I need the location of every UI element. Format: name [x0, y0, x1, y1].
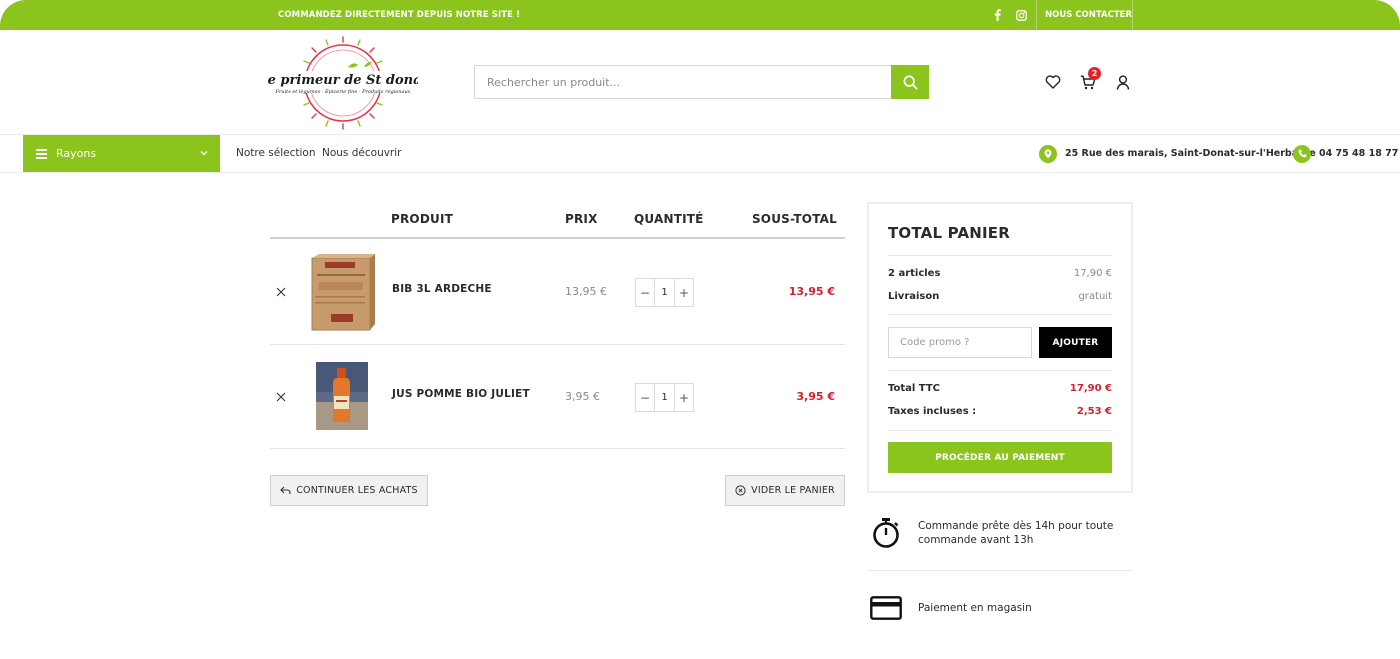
empty-cart-button[interactable]: VIDER LE PANIER	[725, 475, 845, 506]
logo-title: Le primeur de St donat	[268, 73, 418, 88]
stopwatch-icon	[870, 516, 902, 550]
table-header-divider	[270, 237, 845, 239]
quantity-increase-button[interactable]: +	[675, 384, 693, 411]
continue-shopping-label: CONTINUER LES ACHATS	[296, 485, 418, 496]
search-icon	[903, 75, 918, 90]
map-pin-icon	[1039, 144, 1057, 163]
feature-payment-text: Paiement en magasin	[918, 602, 1032, 614]
quantity-decrease-button[interactable]: −	[636, 384, 654, 411]
top-bar-divider	[1036, 0, 1037, 30]
features-divider	[867, 570, 1133, 571]
nav-link-decouvrir[interactable]: Nous découvrir	[322, 135, 401, 172]
total-ttc-row: Total TTC 17,90 €	[888, 383, 1112, 394]
facebook-icon[interactable]	[986, 0, 1008, 30]
shipping-value: gratuit	[1078, 291, 1112, 302]
total-ttc-value: 17,90 €	[1069, 383, 1112, 394]
phone-text: 04 75 48 18 77	[1319, 148, 1399, 159]
checkout-button[interactable]: PROCÉDER AU PAIEMENT	[888, 442, 1112, 473]
quantity-stepper: − 1 +	[635, 278, 694, 307]
product-thumbnail[interactable]	[307, 252, 377, 336]
circle-x-icon	[735, 485, 746, 496]
col-header-subtotal: SOUS-TOTAL	[751, 212, 837, 226]
totals-divider	[888, 255, 1112, 256]
cart-count-badge: 2	[1088, 67, 1101, 80]
cart-totals-panel: TOTAL PANIER 2 articles 17,90 € Livraiso…	[867, 202, 1133, 493]
search-button[interactable]	[891, 65, 929, 99]
totals-divider	[888, 430, 1112, 431]
col-header-price: PRIX	[565, 212, 598, 226]
nav-bottom-border	[0, 172, 1400, 173]
nav-link-selection[interactable]: Notre sélection	[236, 135, 315, 172]
taxes-row: Taxes incluses : 2,53 €	[888, 406, 1112, 417]
continue-shopping-button[interactable]: CONTINUER LES ACHATS	[270, 475, 428, 506]
wishlist-heart-icon[interactable]	[1043, 72, 1063, 92]
product-name[interactable]: BIB 3L ARDECHE	[392, 283, 492, 295]
product-thumbnail[interactable]	[316, 362, 368, 434]
shipping-label: Livraison	[888, 291, 940, 302]
product-subtotal: 13,95 €	[788, 285, 835, 298]
page: COMMANDEZ DIRECTEMENT DEPUIS NOTRE SITE …	[0, 0, 1400, 659]
col-header-product: PRODUIT	[391, 212, 453, 226]
address-text: 25 Rue des marais, Saint-Donat-sur-l'Her…	[1065, 148, 1316, 159]
col-header-quantity: QUANTITÉ	[634, 212, 704, 226]
quantity-stepper: − 1 +	[635, 383, 694, 412]
search-bar	[474, 65, 929, 99]
total-ttc-label: Total TTC	[888, 383, 941, 394]
quantity-value[interactable]: 1	[654, 279, 675, 306]
account-user-icon[interactable]	[1113, 72, 1133, 92]
menu-hamburger-icon	[36, 149, 47, 161]
top-bar: COMMANDEZ DIRECTEMENT DEPUIS NOTRE SITE …	[0, 0, 1400, 30]
totals-divider	[888, 314, 1112, 315]
totals-title: TOTAL PANIER	[888, 224, 1010, 242]
rayons-label: Rayons	[56, 147, 97, 160]
store-address: 25 Rue des marais, Saint-Donat-sur-l'Her…	[1039, 135, 1316, 172]
feature-ready-line1: Commande prête dès 14h pour toute	[918, 520, 1114, 532]
quantity-value[interactable]: 1	[654, 384, 675, 411]
quantity-decrease-button[interactable]: −	[636, 279, 654, 306]
top-bar-divider	[1132, 0, 1133, 30]
shipping-row: Livraison gratuit	[888, 291, 1112, 302]
product-price: 3,95 €	[565, 390, 600, 403]
row-divider	[270, 344, 845, 345]
articles-label: 2 articles	[888, 268, 941, 279]
totals-divider	[888, 370, 1112, 371]
instagram-icon[interactable]	[1010, 0, 1032, 30]
remove-item-button[interactable]	[274, 390, 288, 404]
top-bar-promo: COMMANDEZ DIRECTEMENT DEPUIS NOTRE SITE …	[278, 10, 521, 20]
taxes-value: 2,53 €	[1076, 406, 1112, 417]
product-subtotal: 3,95 €	[796, 390, 835, 403]
rayons-menu-button[interactable]: Rayons	[23, 135, 220, 172]
articles-value: 17,90 €	[1073, 268, 1112, 279]
empty-cart-label: VIDER LE PANIER	[751, 485, 835, 496]
product-name[interactable]: JUS POMME BIO JULIET	[392, 388, 530, 400]
feature-ready-line2: commande avant 13h	[918, 534, 1034, 546]
taxes-label: Taxes incluses :	[888, 406, 977, 417]
store-phone[interactable]: 04 75 48 18 77	[1293, 135, 1398, 172]
logo-tagline: Fruits et légumes - Épicerie fine - Prod…	[275, 87, 411, 95]
chevron-down-icon	[200, 151, 208, 156]
contact-link[interactable]: NOUS CONTACTER	[1045, 0, 1132, 30]
articles-row: 2 articles 17,90 €	[888, 268, 1112, 279]
apply-promo-button[interactable]: AJOUTER	[1039, 327, 1112, 358]
promo-code-input[interactable]	[888, 327, 1032, 358]
product-price: 13,95 €	[565, 285, 607, 298]
feature-ready-time: Commande prête dès 14h pour toute comman…	[870, 516, 1113, 550]
remove-item-button[interactable]	[274, 285, 288, 299]
row-divider	[270, 448, 845, 449]
quantity-increase-button[interactable]: +	[675, 279, 693, 306]
site-logo[interactable]: Le primeur de St donat Fruits et légumes…	[257, 33, 428, 133]
close-icon	[276, 392, 286, 402]
phone-icon	[1293, 144, 1311, 163]
search-input[interactable]	[475, 66, 891, 98]
return-arrow-icon	[280, 486, 291, 494]
credit-card-icon	[870, 591, 902, 625]
close-icon	[276, 287, 286, 297]
feature-payment: Paiement en magasin	[870, 591, 1032, 625]
cart-icon[interactable]: 2	[1078, 67, 1101, 92]
